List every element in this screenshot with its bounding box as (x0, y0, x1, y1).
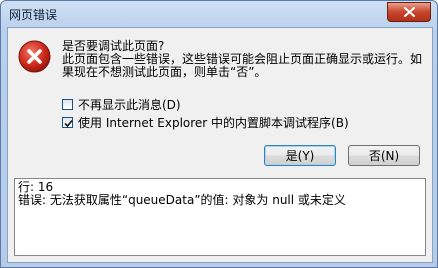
error-message: 错误: 无法获取属性“queueData”的值: 对象为 null 或未定义 (18, 193, 346, 207)
use-debugger-option[interactable]: 使用 Internet Explorer 中的内置脚本调试程序(B) (62, 114, 349, 131)
dont-show-option[interactable]: 不再显示此消息(D) (62, 96, 181, 113)
error-icon (18, 40, 51, 73)
title-bar[interactable]: 网页错误 (1, 1, 437, 27)
error-dialog: 网页错误 是否要调试此页面? 此页面包含一些错误，这些错误可能会阻止页面正确显示… (0, 0, 438, 268)
dialog-body: 是否要调试此页面? 此页面包含一些错误，这些错误可能会阻止页面正确显示或运行。如… (7, 27, 433, 263)
close-icon (403, 7, 415, 17)
checkmark-icon (64, 119, 73, 128)
question-line-3: 果现在不想测试此页面，则单击“否”。 (62, 65, 267, 79)
window-title: 网页错误 (9, 8, 58, 22)
use-debugger-checkbox[interactable] (62, 117, 73, 128)
use-debugger-label: 使用 Internet Explorer 中的内置脚本调试程序(B) (78, 116, 349, 130)
dont-show-checkbox[interactable] (62, 99, 73, 110)
no-button[interactable]: 否(N) (348, 145, 420, 166)
close-button[interactable] (387, 2, 431, 22)
question-text: 是否要调试此页面? 此页面包含一些错误，这些错误可能会阻止页面正确显示或运行。如… (62, 40, 428, 79)
yes-button[interactable]: 是(Y) (264, 145, 336, 166)
dont-show-label: 不再显示此消息(D) (78, 98, 181, 112)
error-details-box[interactable]: 行: 16 错误: 无法获取属性“queueData”的值: 对象为 null … (14, 178, 426, 256)
